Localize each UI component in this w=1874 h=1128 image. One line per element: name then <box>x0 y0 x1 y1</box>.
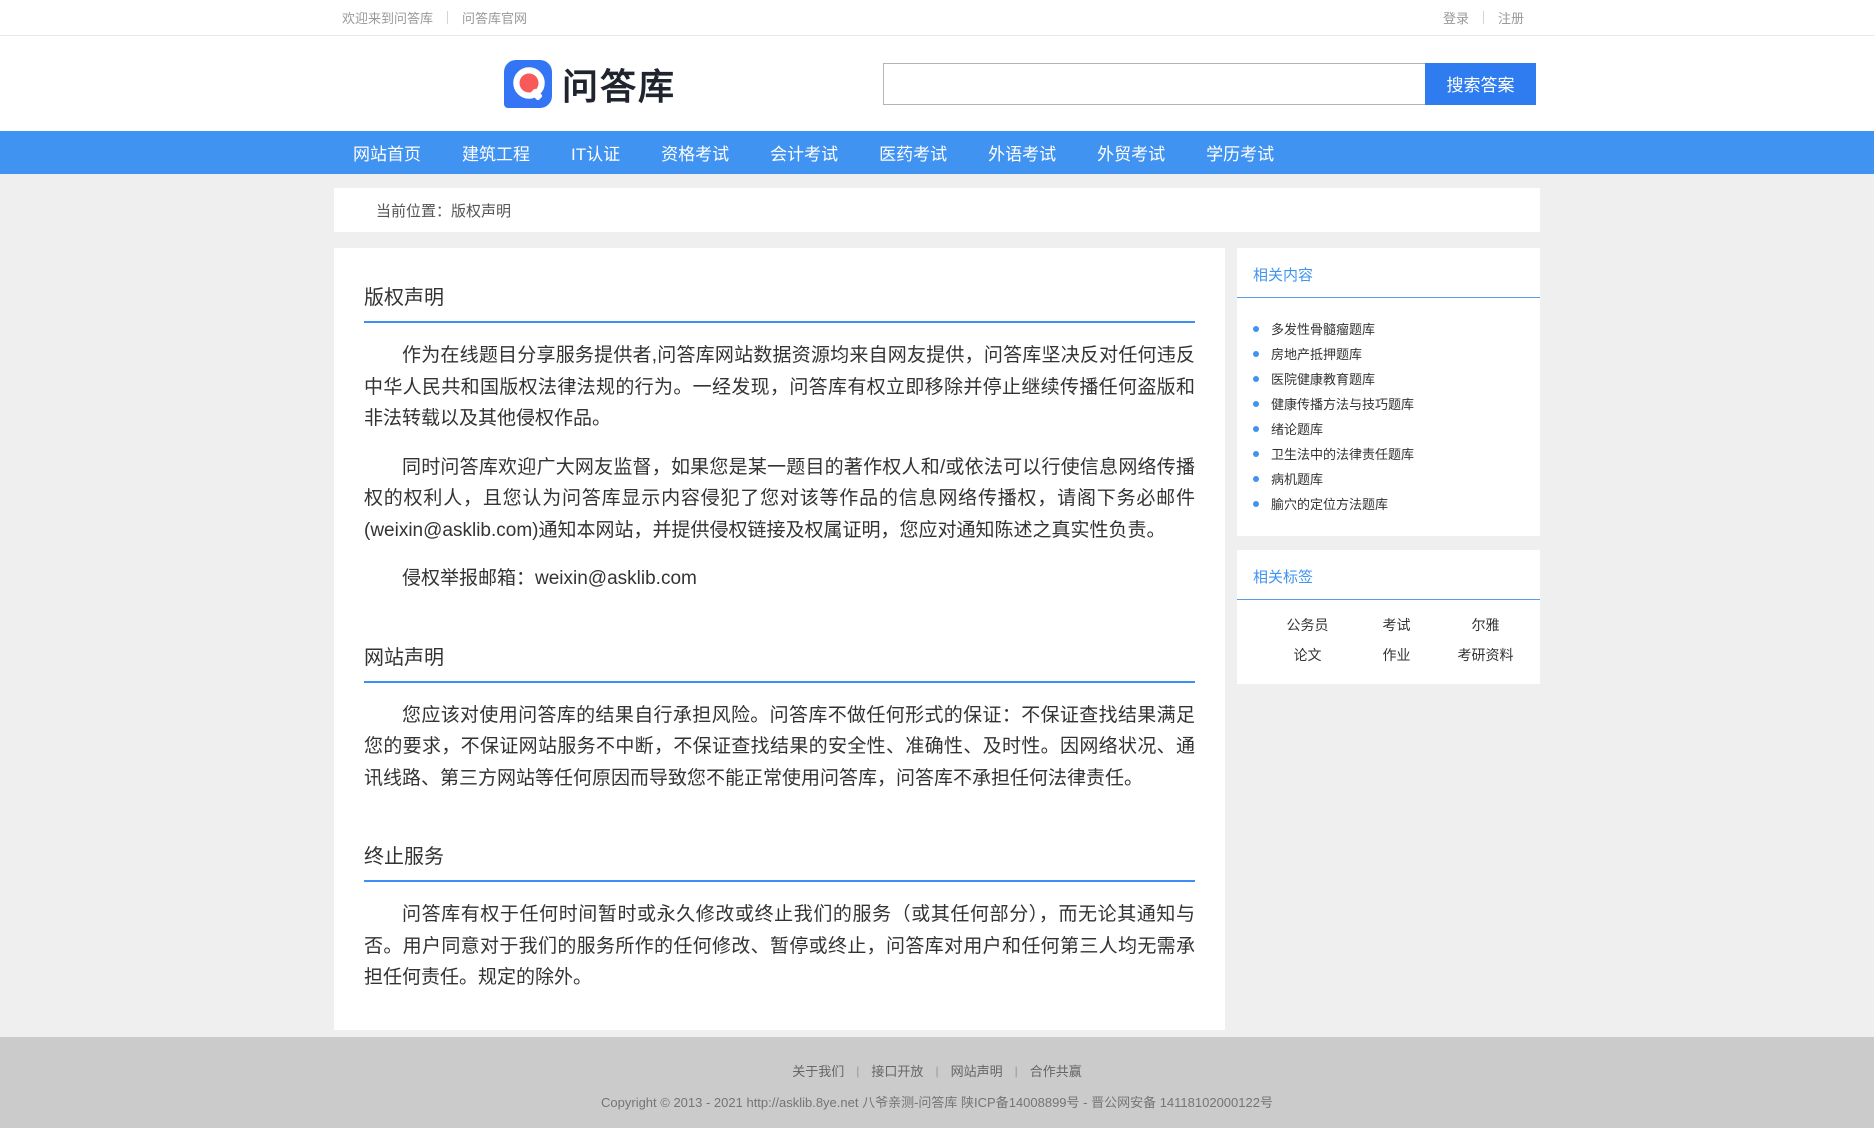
nav-item-foreign-language[interactable]: 外语考试 <box>988 140 1056 165</box>
footer: 关于我们 | 接口开放 | 网站声明 | 合作共赢 Copyright © 20… <box>0 1037 1874 1128</box>
related-content-title: 相关内容 <box>1253 267 1313 284</box>
footer-link-statement[interactable]: 网站声明 <box>951 1061 1003 1080</box>
main-navigation: 网站首页 建筑工程 IT认证 资格考试 会计考试 医药考试 外语考试 外贸考试 … <box>0 131 1874 174</box>
bullet-icon <box>1253 351 1259 357</box>
official-site-link[interactable]: 问答库官网 <box>462 8 527 27</box>
paragraph: 您应该对使用问答库的结果自行承担风险。问答库不做任何形式的保证：不保证查找结果满… <box>364 700 1195 795</box>
section-heading: 网站声明 <box>364 595 1195 683</box>
bullet-icon <box>1253 401 1259 407</box>
bullet-icon <box>1253 426 1259 432</box>
section-title: 版权声明 <box>364 281 1195 310</box>
section-heading: 版权声明 <box>364 248 1195 323</box>
nav-item-construction[interactable]: 建筑工程 <box>462 140 530 165</box>
bullet-icon <box>1253 376 1259 382</box>
related-link[interactable]: 腧穴的定位方法题库 <box>1271 494 1388 513</box>
search-group: 搜索答案 <box>883 63 1536 105</box>
welcome-text: 欢迎来到问答库 <box>342 8 433 27</box>
footer-link-api[interactable]: 接口开放 <box>871 1061 923 1080</box>
main-content-card: 版权声明 作为在线题目分享服务提供者,问答库网站数据资源均来自网友提供，问答库坚… <box>334 248 1225 1030</box>
list-item[interactable]: 腧穴的定位方法题库 <box>1253 491 1524 516</box>
related-link[interactable]: 医院健康教育题库 <box>1271 369 1375 388</box>
nav-item-foreign-trade[interactable]: 外贸考试 <box>1097 140 1165 165</box>
section-heading: 终止服务 <box>364 794 1195 882</box>
footer-link-about[interactable]: 关于我们 <box>792 1061 844 1080</box>
paragraph: 作为在线题目分享服务提供者,问答库网站数据资源均来自网友提供，问答库坚决反对任何… <box>364 340 1195 435</box>
sidebar: 相关内容 多发性骨髓瘤题库 房地产抵押题库 医院健康教育题库 健康传播方法与技巧… <box>1237 248 1540 684</box>
list-item[interactable]: 病机题库 <box>1253 466 1524 491</box>
search-button[interactable]: 搜索答案 <box>1425 63 1536 105</box>
page-body: 当前位置：版权声明 版权声明 作为在线题目分享服务提供者,问答库网站数据资源均来… <box>0 174 1874 1037</box>
section-site-statement: 网站声明 您应该对使用问答库的结果自行承担风险。问答库不做任何形式的保证：不保证… <box>364 595 1195 795</box>
tag-link[interactable]: 作业 <box>1352 642 1441 668</box>
copyright-text: Copyright © 2013 - 2021 http://asklib.8y… <box>0 1092 1874 1111</box>
list-item[interactable]: 绪论题库 <box>1253 416 1524 441</box>
report-email-line: 侵权举报邮箱：weixin@asklib.com <box>364 563 1195 595</box>
search-input[interactable] <box>883 63 1425 105</box>
list-item[interactable]: 医院健康教育题库 <box>1253 366 1524 391</box>
topbar: 欢迎来到问答库 问答库官网 登录 注册 <box>0 0 1874 36</box>
related-link[interactable]: 卫生法中的法律责任题库 <box>1271 444 1414 463</box>
topbar-left: 欢迎来到问答库 问答库官网 <box>334 8 527 27</box>
breadcrumb-label: 当前位置： <box>376 203 451 220</box>
nav-item-home[interactable]: 网站首页 <box>353 140 421 165</box>
related-tags-card: 相关标签 公务员 考试 尔雅 论文 作业 考研资料 <box>1237 550 1540 684</box>
nav-item-medical[interactable]: 医药考试 <box>879 140 947 165</box>
register-link[interactable]: 注册 <box>1498 8 1524 27</box>
divider <box>1483 11 1484 24</box>
footer-link-cooperation[interactable]: 合作共赢 <box>1030 1061 1082 1080</box>
section-termination: 终止服务 问答库有权于任何时间暂时或永久修改或终止我们的服务（或其任何部分），而… <box>364 794 1195 994</box>
related-link[interactable]: 多发性骨髓瘤题库 <box>1271 319 1375 338</box>
section-title: 终止服务 <box>364 840 1195 869</box>
nav-item-it-cert[interactable]: IT认证 <box>571 140 620 165</box>
bullet-icon <box>1253 501 1259 507</box>
nav-item-accounting[interactable]: 会计考试 <box>770 140 838 165</box>
section-copyright-statement: 版权声明 作为在线题目分享服务提供者,问答库网站数据资源均来自网友提供，问答库坚… <box>364 248 1195 595</box>
breadcrumb-current: 版权声明 <box>451 203 511 220</box>
list-item[interactable]: 卫生法中的法律责任题库 <box>1253 441 1524 466</box>
related-tags-header: 相关标签 <box>1237 550 1540 600</box>
divider: | <box>856 1064 859 1078</box>
nav-item-education[interactable]: 学历考试 <box>1206 140 1274 165</box>
footer-links: 关于我们 | 接口开放 | 网站声明 | 合作共赢 <box>0 1061 1874 1080</box>
related-tags-title: 相关标签 <box>1253 569 1313 586</box>
list-item[interactable]: 多发性骨髓瘤题库 <box>1253 316 1524 341</box>
logo-q-icon <box>504 60 552 108</box>
login-link[interactable]: 登录 <box>1443 8 1469 27</box>
tag-link[interactable]: 尔雅 <box>1441 612 1530 638</box>
related-link[interactable]: 房地产抵押题库 <box>1271 344 1362 363</box>
related-link[interactable]: 绪论题库 <box>1271 419 1323 438</box>
logo[interactable]: 问答库 <box>504 58 676 110</box>
divider: | <box>1015 1064 1018 1078</box>
breadcrumb-bar: 当前位置：版权声明 <box>334 188 1540 232</box>
bullet-icon <box>1253 326 1259 332</box>
bullet-icon <box>1253 451 1259 457</box>
tag-link[interactable]: 论文 <box>1263 642 1352 668</box>
related-content-list: 多发性骨髓瘤题库 房地产抵押题库 医院健康教育题库 健康传播方法与技巧题库 绪论… <box>1237 298 1540 536</box>
divider: | <box>935 1064 938 1078</box>
tag-link[interactable]: 公务员 <box>1263 612 1352 638</box>
related-content-header: 相关内容 <box>1237 248 1540 298</box>
tag-link[interactable]: 考研资料 <box>1441 642 1530 668</box>
related-link[interactable]: 病机题库 <box>1271 469 1323 488</box>
tag-link[interactable]: 考试 <box>1352 612 1441 638</box>
logo-text: 问答库 <box>562 58 676 110</box>
paragraph: 同时问答库欢迎广大网友监督，如果您是某一题目的著作权人和/或依法可以行使信息网络… <box>364 452 1195 547</box>
section-title: 网站声明 <box>364 641 1195 670</box>
related-link[interactable]: 健康传播方法与技巧题库 <box>1271 394 1414 413</box>
tags-grid: 公务员 考试 尔雅 论文 作业 考研资料 <box>1237 600 1540 684</box>
nav-item-qualification[interactable]: 资格考试 <box>661 140 729 165</box>
list-item[interactable]: 房地产抵押题库 <box>1253 341 1524 366</box>
breadcrumb: 当前位置：版权声明 <box>334 200 511 221</box>
list-item[interactable]: 健康传播方法与技巧题库 <box>1253 391 1524 416</box>
paragraph: 问答库有权于任何时间暂时或永久修改或终止我们的服务（或其任何部分），而无论其通知… <box>364 899 1195 994</box>
topbar-right: 登录 注册 <box>1443 8 1540 27</box>
divider <box>447 11 448 24</box>
related-content-card: 相关内容 多发性骨髓瘤题库 房地产抵押题库 医院健康教育题库 健康传播方法与技巧… <box>1237 248 1540 536</box>
header: 问答库 搜索答案 <box>0 36 1874 131</box>
bullet-icon <box>1253 476 1259 482</box>
